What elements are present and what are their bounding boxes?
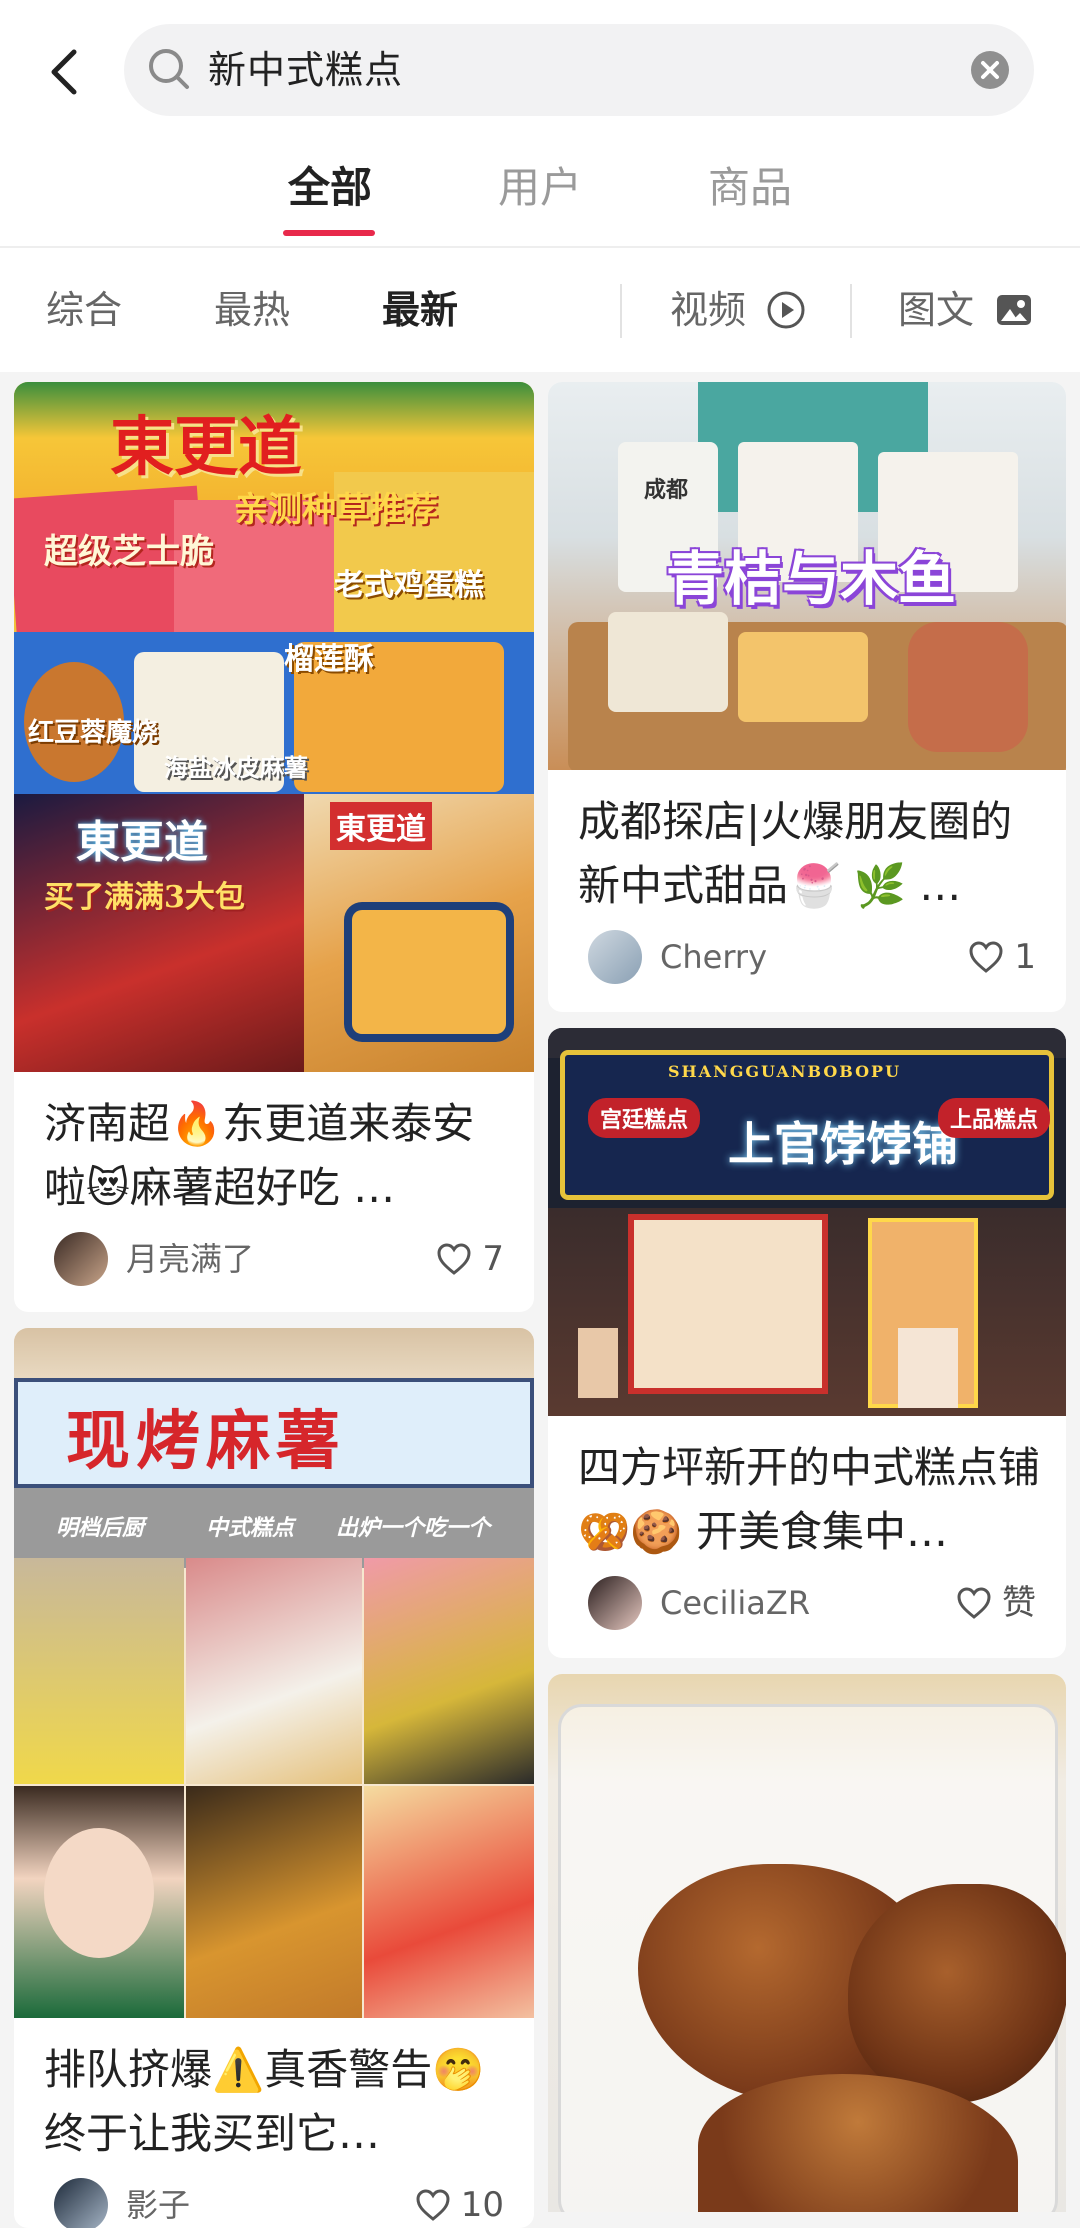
card-title: 成都探店|火爆朋友圈的新中式甜品🍧 🌿 … bbox=[578, 797, 1013, 910]
search-icon bbox=[149, 49, 189, 89]
cover-brand-text: 東更道 bbox=[110, 410, 302, 485]
store-sign-text: 上官饽饽铺 bbox=[728, 1117, 958, 1171]
filter-hottest[interactable]: 最热 bbox=[214, 248, 290, 372]
cover-brand-text: 東更道 bbox=[76, 817, 208, 868]
filter-video[interactable]: 视频 bbox=[670, 248, 746, 372]
like-button[interactable]: 赞 bbox=[956, 1576, 1036, 1630]
tab-users[interactable]: 用户 bbox=[480, 140, 600, 236]
card-cover-image: SHANGGUANBOBOPU 宫廷糕点 上官饽饽铺 上品糕点 bbox=[548, 1028, 1066, 1416]
feed-card[interactable]: 成都 青桔与木鱼 成都探店|火爆朋友圈的新中式甜品🍧 🌿 … Cherry 1 bbox=[548, 382, 1066, 1012]
author-name[interactable]: CeciliaZR bbox=[660, 1576, 810, 1630]
store-side-sign: 上品糕点 bbox=[938, 1098, 1051, 1138]
avatar[interactable] bbox=[54, 2178, 108, 2228]
search-tabs: 全部 用户 商品 bbox=[0, 140, 1080, 236]
card-title: 排队挤爆⚠️真香警告🤭终于让我买到它… bbox=[44, 2045, 485, 2158]
filter-divider bbox=[620, 284, 622, 338]
cover-caption-text: 中式糕点 bbox=[206, 1515, 295, 1541]
search-query-text: 新中式糕点 bbox=[208, 48, 404, 92]
card-cover-image: 東更道 亲测种草推荐 超级芝士脆 老式鸡蛋糕 榴莲酥 红豆蓉魔烧 海盐冰皮麻薯 … bbox=[14, 382, 534, 1072]
feed-card[interactable]: 東更道 亲测种草推荐 超级芝士脆 老式鸡蛋糕 榴莲酥 红豆蓉魔烧 海盐冰皮麻薯 … bbox=[14, 382, 534, 1312]
play-icon bbox=[767, 291, 805, 329]
card-cover-image bbox=[548, 1674, 1066, 2212]
like-button[interactable]: 1 bbox=[968, 930, 1036, 984]
like-count: 10 bbox=[460, 2185, 504, 2225]
filter-image-text[interactable]: 图文 bbox=[898, 248, 974, 372]
feed-card[interactable]: SHANGGUANBOBOPU 宫廷糕点 上官饽饽铺 上品糕点 四方坪新开的中式… bbox=[548, 1028, 1066, 1658]
avatar[interactable] bbox=[54, 1232, 108, 1286]
tab-products[interactable]: 商品 bbox=[690, 140, 810, 236]
cover-tag-text: 红豆蓉魔烧 bbox=[28, 718, 159, 748]
cup-label-text: 成都 bbox=[644, 477, 689, 503]
heart-icon bbox=[969, 941, 1003, 973]
cover-overlay-text: 青桔与木鱼 bbox=[666, 545, 957, 613]
avatar[interactable] bbox=[588, 1576, 642, 1630]
filter-divider bbox=[850, 284, 852, 338]
filter-comprehensive[interactable]: 综合 bbox=[46, 248, 122, 372]
active-tab-indicator bbox=[283, 230, 375, 236]
like-count: 7 bbox=[482, 1239, 504, 1279]
heart-icon bbox=[416, 2189, 450, 2221]
store-sign-text: 现烤麻薯 bbox=[66, 1404, 346, 1479]
cover-tag-text: 超级芝士脆 bbox=[44, 532, 214, 572]
like-button[interactable]: 10 bbox=[415, 2178, 504, 2228]
like-button[interactable]: 7 bbox=[436, 1232, 504, 1286]
cover-tag-text: 榴莲酥 bbox=[284, 642, 374, 677]
store-pinyin-text: SHANGGUANBOBOPU bbox=[668, 1062, 902, 1081]
avatar[interactable] bbox=[588, 930, 642, 984]
tab-all[interactable]: 全部 bbox=[270, 140, 390, 236]
feed-card[interactable] bbox=[548, 1674, 1066, 2212]
card-cover-image: 现烤麻薯 明档后厨 中式糕点 出炉一个吃一个 bbox=[14, 1328, 534, 2018]
card-cover-image: 成都 青桔与木鱼 bbox=[548, 382, 1066, 770]
author-name[interactable]: 月亮满了 bbox=[126, 1232, 254, 1286]
heart-icon bbox=[957, 1587, 991, 1619]
like-count: 1 bbox=[1014, 937, 1036, 977]
card-title: 济南超🔥东更道来泰安啦😻麻薯超好吃 … bbox=[44, 1099, 475, 1212]
feed-card[interactable]: 现烤麻薯 明档后厨 中式糕点 出炉一个吃一个 排队挤爆⚠️真香警告🤭终于让我买到… bbox=[14, 1328, 534, 2228]
filter-newest[interactable]: 最新 bbox=[382, 248, 458, 372]
author-name[interactable]: 影子 bbox=[126, 2178, 190, 2228]
author-name[interactable]: Cherry bbox=[660, 930, 767, 984]
top-header: 新中式糕点 全部 用户 商品 bbox=[0, 0, 1080, 248]
filter-bar: 综合 最热 最新 视频 图文 bbox=[0, 248, 1080, 372]
clear-search-icon[interactable] bbox=[970, 50, 1010, 90]
cover-tag-text: 老式鸡蛋糕 bbox=[334, 568, 484, 603]
store-side-sign: 宫廷糕点 bbox=[588, 1098, 701, 1138]
cover-tag-text: 买了满满3大包 bbox=[44, 880, 245, 915]
card-title: 四方坪新开的中式糕点铺🥨🍪 开美食集中… bbox=[578, 1443, 1041, 1556]
back-button[interactable] bbox=[28, 36, 100, 108]
like-count: 赞 bbox=[1002, 1583, 1036, 1623]
cover-caption-text: 出炉一个吃一个 bbox=[336, 1515, 491, 1541]
cover-caption-text: 明档后厨 bbox=[56, 1515, 145, 1541]
chevron-left-icon bbox=[51, 49, 77, 95]
search-input[interactable]: 新中式糕点 bbox=[124, 24, 1034, 116]
cover-brand-text: 東更道 bbox=[330, 802, 432, 850]
image-icon bbox=[997, 295, 1031, 325]
heart-icon bbox=[437, 1243, 471, 1275]
cover-tag-text: 亲测种草推荐 bbox=[234, 490, 438, 530]
cover-tag-text: 海盐冰皮麻薯 bbox=[164, 753, 308, 782]
